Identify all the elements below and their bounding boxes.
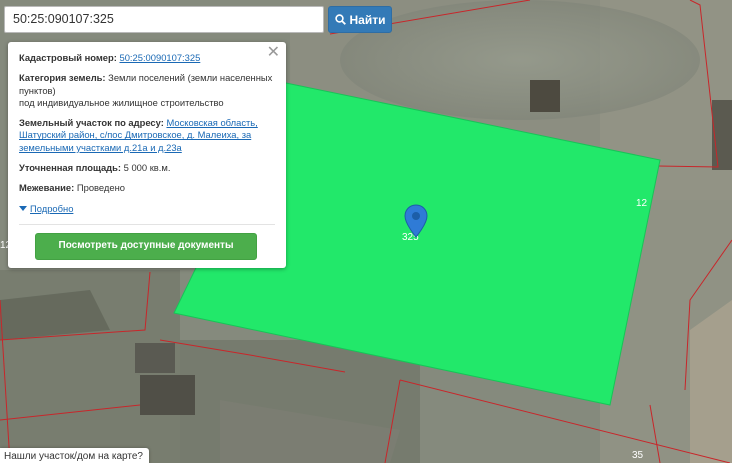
address-label: Земельный участок по адресу: [19, 117, 164, 129]
close-icon[interactable]: ✕ [267, 45, 280, 61]
search-button-label: Найти [349, 12, 386, 27]
address-row: Земельный участок по адресу: Московская … [19, 117, 275, 154]
caret-down-icon [19, 206, 27, 212]
land-use-value: под индивидуальное жилищное строительств… [19, 96, 224, 108]
survey-row: Межевание: Проведено [19, 182, 275, 194]
search-icon [334, 14, 346, 25]
area-label: Уточненная площадь: [19, 162, 122, 174]
details-toggle[interactable]: Подробно [19, 203, 275, 215]
terrain-patch [340, 0, 700, 120]
parcel-info-popup: ✕ Кадастровый номер: 50:25:0090107:325 К… [8, 42, 286, 268]
building [530, 80, 560, 112]
land-category-label: Категория земель: [19, 72, 106, 84]
cadastral-number-link[interactable]: 50:25:0090107:325 [119, 52, 200, 63]
feedback-hint[interactable]: Нашли участок/дом на карте? [0, 448, 149, 463]
survey-value: Проведено [76, 182, 125, 194]
area-value: 5 000 кв.м. [123, 162, 171, 174]
building [135, 343, 175, 373]
plot-number-label: 12 [636, 198, 648, 209]
search-input[interactable]: 50:25:090107:325 [4, 6, 324, 33]
building [712, 100, 732, 170]
building [140, 375, 195, 415]
survey-label: Межевание: [19, 182, 75, 194]
map-viewport[interactable]: 325 12 12 35 50:25:090107:325 Найти ✕ Ка… [0, 0, 732, 463]
cadastral-number-row: Кадастровый номер: 50:25:0090107:325 [19, 52, 275, 64]
plot-number-label: 35 [632, 450, 644, 461]
view-documents-button[interactable]: Посмотреть доступные документы [35, 233, 257, 260]
search-button[interactable]: Найти [328, 6, 392, 33]
land-category-row: Категория земель: Земли поселений (земли… [19, 72, 275, 109]
area-row: Уточненная площадь: 5 000 кв.м. [19, 162, 275, 174]
details-toggle-label: Подробно [30, 202, 74, 214]
divider [19, 224, 275, 225]
map-pin-icon[interactable] [404, 204, 428, 243]
cadastral-number-label: Кадастровый номер: [19, 52, 117, 63]
